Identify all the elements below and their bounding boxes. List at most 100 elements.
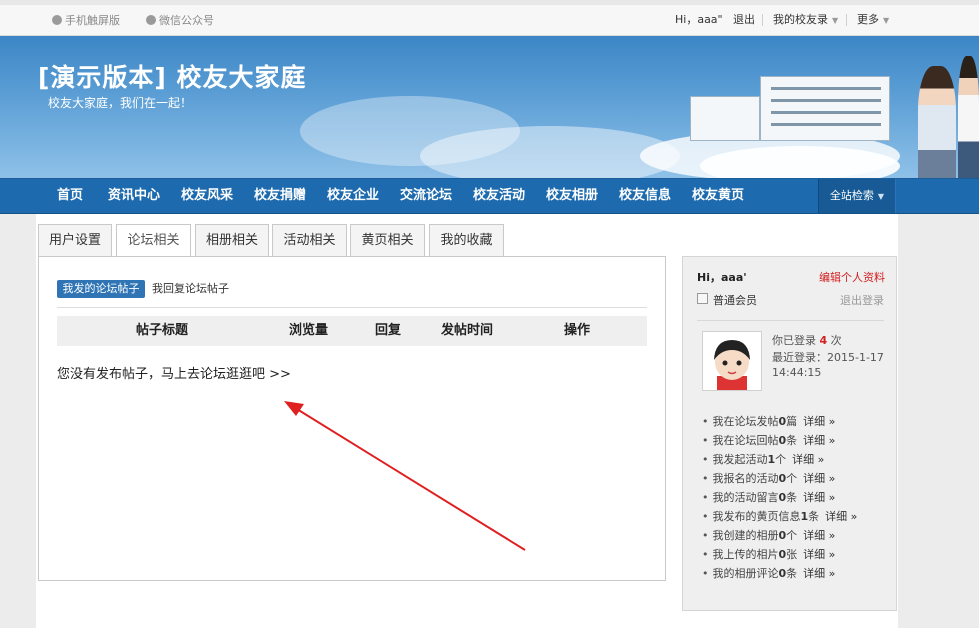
bullet-icon: •: [702, 472, 709, 485]
stat-unit: 篇: [786, 415, 798, 428]
bullet-icon: •: [702, 491, 709, 504]
annotation-arrow: [284, 401, 526, 551]
tab-user-settings[interactable]: 用户设置: [38, 224, 112, 256]
column-header-replies: 回复: [375, 323, 402, 338]
stat-unit: 个: [786, 529, 798, 542]
sidebar-greeting: Hi，aaa': [697, 271, 747, 284]
divider: [762, 14, 763, 26]
more-label: 更多: [857, 13, 879, 26]
list-item: • 我上传的相片0张 详细 »: [702, 547, 835, 563]
chevron-down-icon: ▼: [832, 16, 839, 25]
chevron-down-icon: ▼: [883, 16, 890, 25]
column-header-views: 浏览量: [289, 323, 329, 338]
login-count: 4: [819, 334, 828, 347]
bullet-icon: •: [702, 510, 709, 523]
stat-count: 0: [778, 434, 787, 447]
list-item: • 我的相册评论0条 详细 »: [702, 566, 835, 582]
sidebar-logout-link[interactable]: 退出登录: [840, 292, 884, 308]
list-item: • 我报名的活动0个 详细 »: [702, 471, 835, 487]
bullet-icon: •: [702, 548, 709, 561]
my-alumni-menu[interactable]: 我的校友录 ▼: [773, 12, 838, 28]
nav-item-info[interactable]: 校友信息: [619, 179, 671, 213]
top-edge: [0, 0, 979, 5]
tab-yellowpages[interactable]: 黄页相关: [350, 224, 425, 256]
member-badge-icon: [697, 293, 708, 304]
list-item: • 我发起活动1个 详细 »: [702, 452, 824, 468]
wechat-link[interactable]: 微信公众号: [146, 13, 214, 29]
stat-detail-link[interactable]: 详细 »: [803, 491, 835, 504]
stat-label: 我的活动留言: [712, 491, 779, 504]
avatar[interactable]: [702, 331, 762, 391]
more-menu[interactable]: 更多 ▼: [857, 12, 889, 28]
nav-item-activities[interactable]: 校友活动: [473, 179, 525, 213]
nav-item-donation[interactable]: 校友捐赠: [254, 179, 306, 213]
nav-item-news[interactable]: 资讯中心: [108, 179, 160, 213]
stat-unit: 条: [786, 491, 798, 504]
nav-item-forum[interactable]: 交流论坛: [400, 179, 452, 213]
list-item: • 我在论坛发帖0篇 详细 »: [702, 414, 835, 430]
bullet-icon: •: [702, 567, 709, 580]
stat-unit: 条: [786, 434, 798, 447]
stat-detail-link[interactable]: 详细 »: [803, 472, 835, 485]
login-count-line: 你已登录 4 次: [772, 332, 842, 348]
list-item: • 我创建的相册0个 详细 »: [702, 528, 835, 544]
stat-detail-link[interactable]: 详细 »: [825, 510, 857, 523]
nav-item-yellowpages[interactable]: 校友黄页: [692, 179, 744, 213]
stat-label: 我报名的活动: [712, 472, 779, 485]
stat-label: 我在论坛回帖: [712, 434, 779, 447]
stat-count: 0: [778, 529, 787, 542]
stat-unit: 个: [786, 472, 798, 485]
stat-detail-link[interactable]: 详细 »: [792, 453, 824, 466]
subtab-my-posts[interactable]: 我发的论坛帖子: [57, 280, 145, 298]
stat-detail-link[interactable]: 详细 »: [803, 529, 835, 542]
logout-link[interactable]: 退出: [733, 12, 755, 28]
mobile-version-link[interactable]: 手机触屏版: [52, 13, 120, 29]
divider: [697, 320, 884, 321]
mobile-version-label: 手机触屏版: [65, 14, 120, 27]
my-alumni-label: 我的校友录: [773, 13, 828, 26]
stat-count: 0: [778, 548, 787, 561]
stat-label: 我的相册评论: [712, 567, 779, 580]
stat-unit: 条: [808, 510, 820, 523]
edit-profile-link[interactable]: 编辑个人资料: [819, 269, 885, 285]
stat-detail-link[interactable]: 详细 »: [803, 415, 835, 428]
student-photo: [958, 56, 979, 178]
tab-activities[interactable]: 活动相关: [272, 224, 347, 256]
stat-count: 1: [800, 510, 809, 523]
stat-detail-link[interactable]: 详细 »: [803, 548, 835, 561]
bullet-icon: •: [702, 415, 709, 428]
user-greeting: Hi，aaa": [675, 13, 723, 26]
stat-detail-link[interactable]: 详细 »: [803, 434, 835, 447]
login-count-suffix: 次: [830, 334, 842, 347]
wechat-label: 微信公众号: [159, 14, 214, 27]
avatar-cartoon-icon: [714, 340, 750, 390]
list-item: • 我在论坛回帖0条 详细 »: [702, 433, 835, 449]
stat-unit: 张: [786, 548, 798, 561]
stat-count: 0: [778, 472, 787, 485]
wechat-icon: [146, 15, 156, 25]
nav-item-profiles[interactable]: 校友风采: [181, 179, 233, 213]
nav-item-enterprise[interactable]: 校友企业: [327, 179, 379, 213]
column-header-post-time: 发帖时间: [441, 323, 494, 338]
tab-albums[interactable]: 相册相关: [195, 224, 269, 256]
site-search-menu[interactable]: 全站检索 ▼: [818, 179, 896, 213]
top-bar: 手机触屏版 微信公众号 Hi，aaa" 退出 我的校友录 ▼ 更多 ▼: [0, 0, 979, 36]
empty-posts-message[interactable]: 您没有发布帖子，马上去论坛逛逛吧 >>: [57, 366, 291, 384]
nav-item-albums[interactable]: 校友相册: [546, 179, 598, 213]
stat-label: 我发布的黄页信息: [712, 510, 801, 523]
arrow-head: [284, 401, 304, 416]
site-subtitle: 校友大家庭，我们在一起！: [48, 96, 193, 110]
posts-table-header: 帖子标题 浏览量 回复 发帖时间 操作: [57, 316, 647, 346]
last-login-time: 14:44:15: [772, 366, 822, 379]
cloud-decoration: [700, 146, 900, 178]
stat-label: 我在论坛发帖: [712, 415, 779, 428]
bullet-icon: •: [702, 453, 709, 466]
tab-forum[interactable]: 论坛相关: [116, 224, 191, 257]
student-photo: [918, 66, 956, 178]
arrow-line: [291, 405, 526, 551]
stat-label: 我发起活动: [712, 453, 768, 466]
nav-item-home[interactable]: 首页: [57, 179, 83, 213]
subtab-my-replies[interactable]: 我回复论坛帖子: [152, 280, 229, 298]
stat-detail-link[interactable]: 详细 »: [803, 567, 835, 580]
tab-favorites[interactable]: 我的收藏: [429, 224, 504, 256]
